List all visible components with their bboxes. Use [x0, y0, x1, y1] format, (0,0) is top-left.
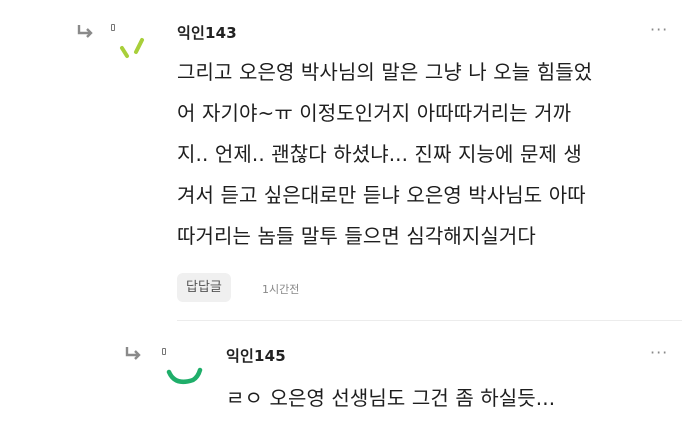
- avatar[interactable]: [114, 34, 154, 74]
- avatar[interactable]: [163, 356, 203, 396]
- comment-body: 그리고 오은영 박사님의 말은 그냥 나 오늘 힘들었 어 자기야~ㅠ 이정도인…: [177, 52, 592, 257]
- comment-line: ㄹㅇ 오은영 선생님도 그건 좀 하실듯...: [226, 386, 556, 410]
- comment-line: 지.. 언제.. 괜찮다 하셨냐... 진짜 지능에 문제 생: [177, 142, 582, 166]
- comment-line: 따거리는 놈들 말투 들으면 심각해지실거다: [177, 224, 536, 248]
- comment-author[interactable]: 익인145: [226, 345, 286, 366]
- badge-icon: [111, 24, 115, 31]
- comment-line: 겨서 듣고 싶은대로만 듣냐 오은영 박사님도 아따: [177, 183, 586, 207]
- more-dots-icon[interactable]: ···: [650, 20, 668, 39]
- reply-arrow-icon: [77, 25, 93, 38]
- comment-line: 그리고 오은영 박사님의 말은 그냥 나 오늘 힘들었: [177, 60, 593, 84]
- comment-author[interactable]: 익인143: [177, 22, 237, 43]
- divider: [177, 320, 682, 321]
- timestamp: 1시간전: [262, 283, 300, 296]
- comment-body: ㄹㅇ 오은영 선생님도 그건 좀 하실듯...: [226, 378, 555, 419]
- more-dots-icon[interactable]: ···: [650, 343, 668, 362]
- reply-button[interactable]: 답답글: [177, 273, 231, 302]
- comment-line: 어 자기야~ㅠ 이정도인거지 아따따거리는 거까: [177, 101, 572, 125]
- badge-icon: [162, 348, 166, 355]
- reply-arrow-icon: [125, 347, 141, 360]
